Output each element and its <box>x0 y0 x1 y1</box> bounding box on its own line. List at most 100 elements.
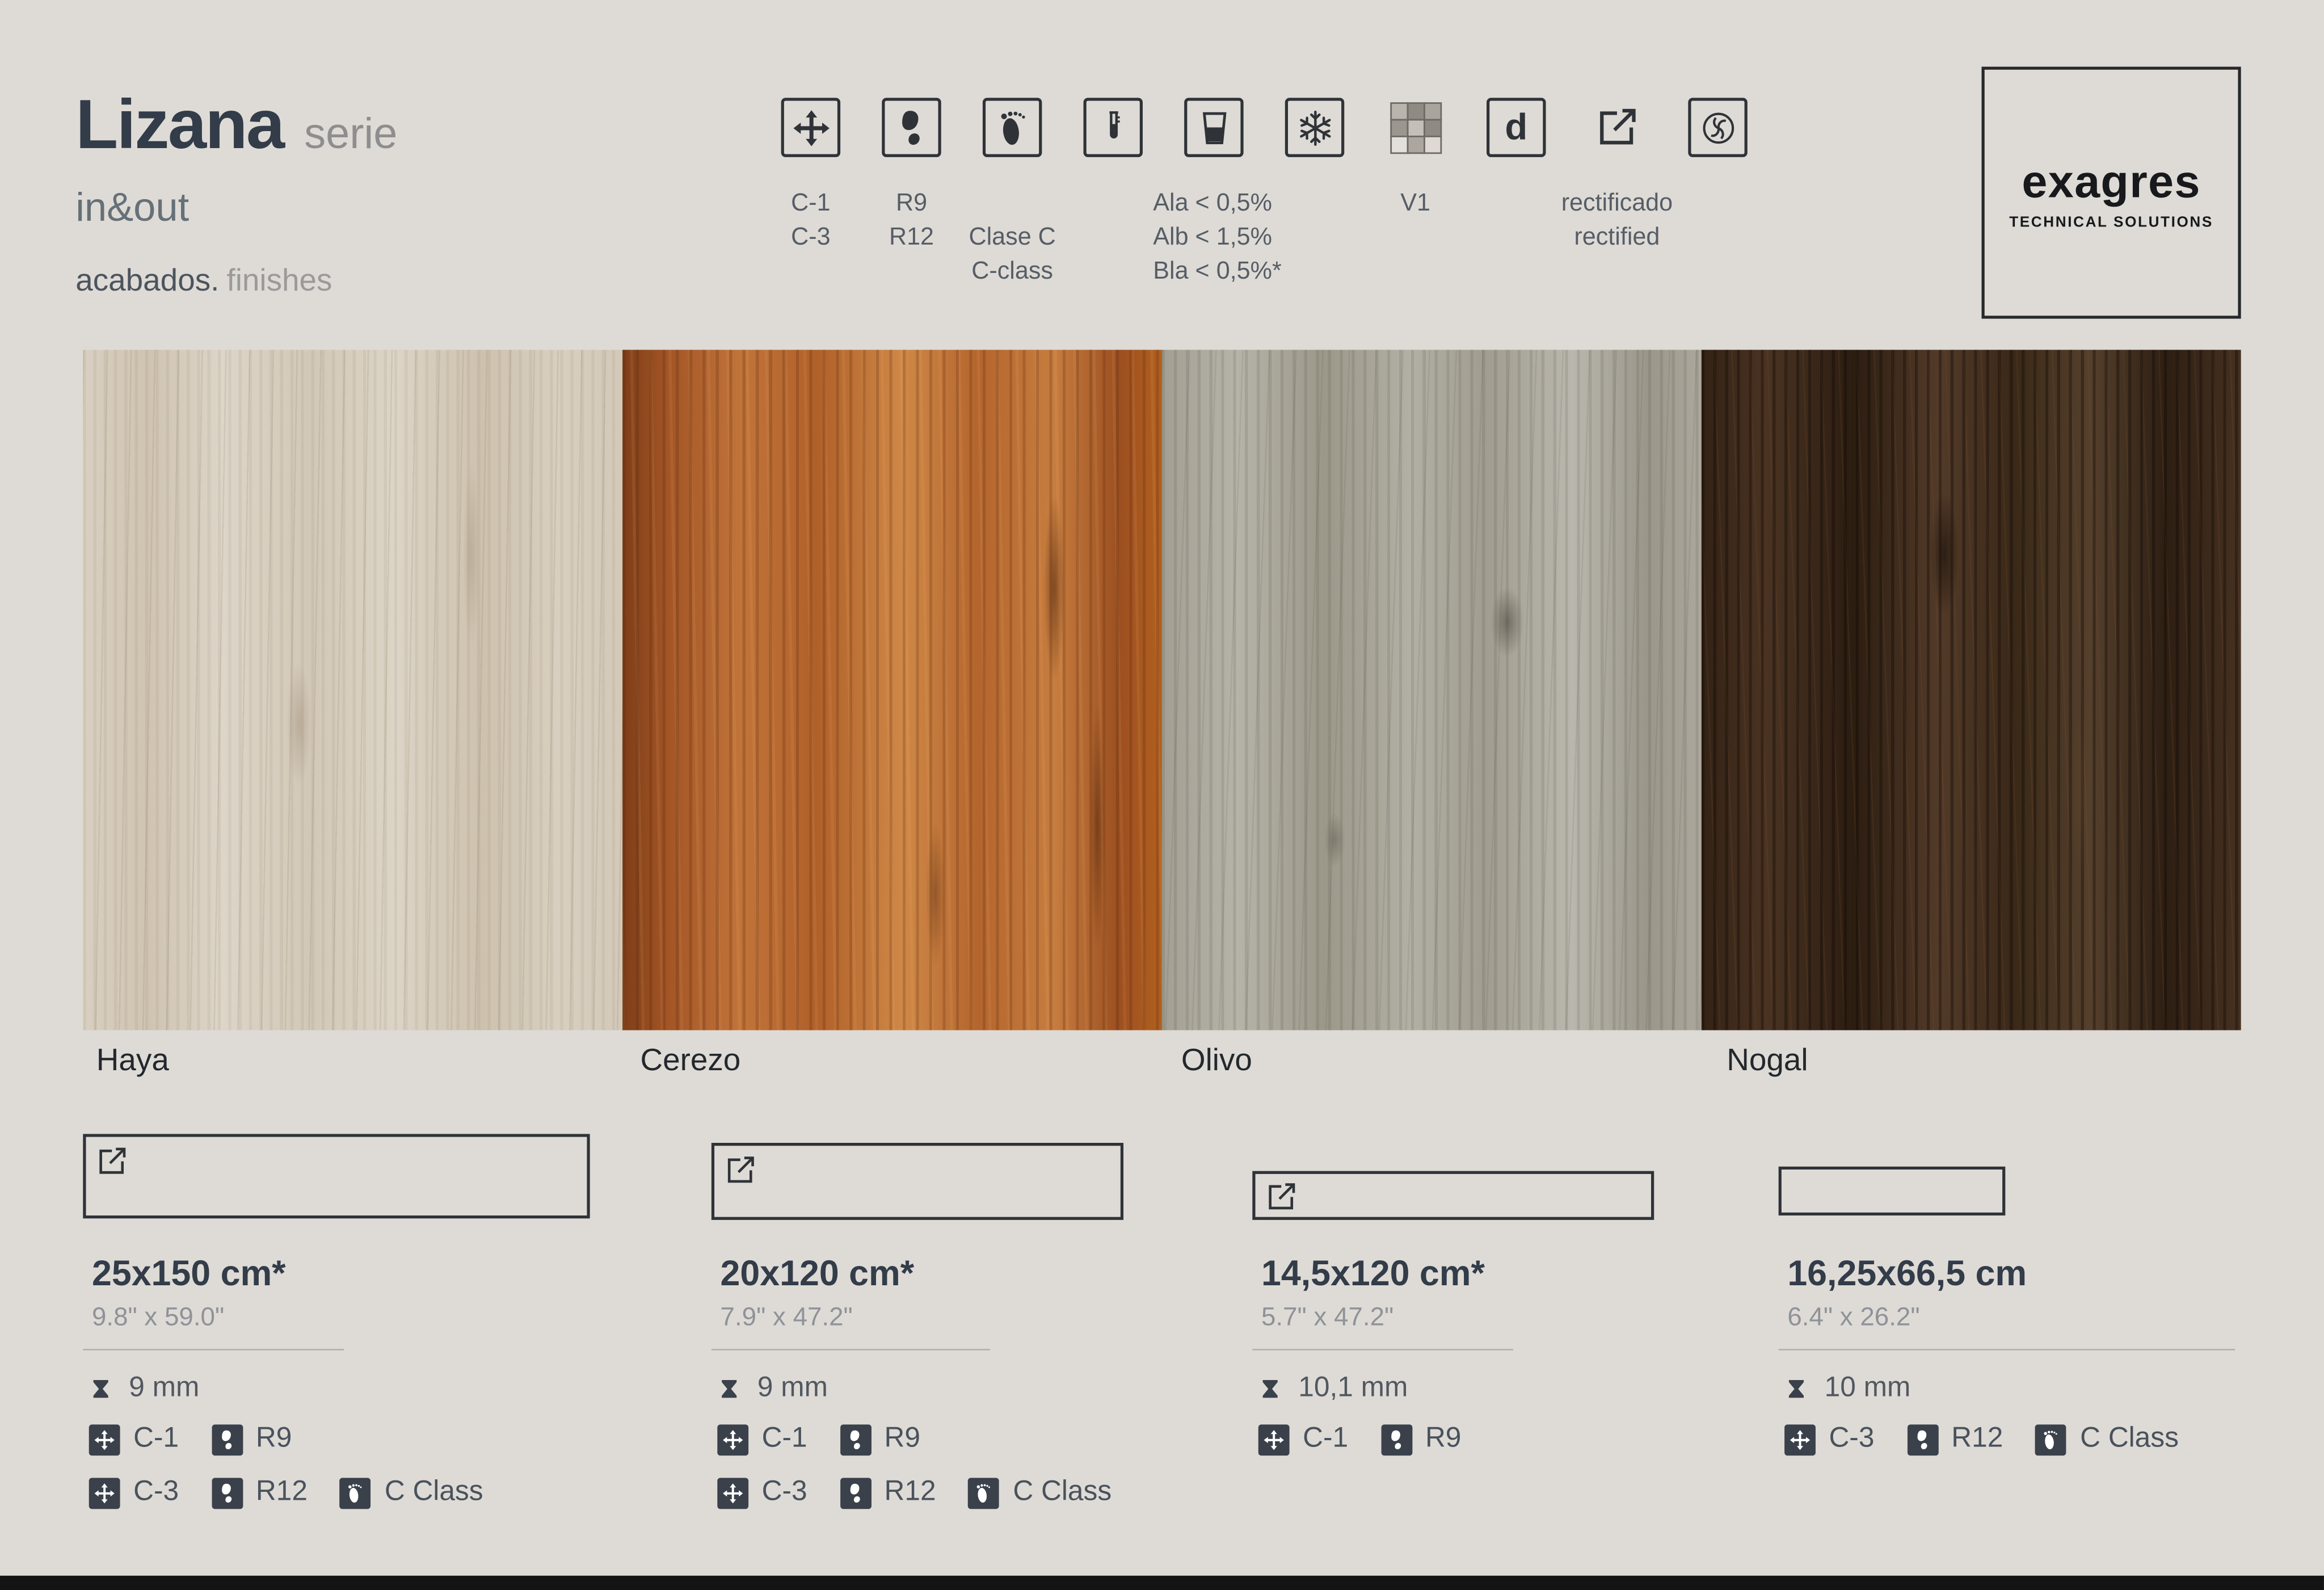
glass-icon <box>1184 98 1243 157</box>
barefoot-icon <box>2036 1424 2067 1455</box>
shade-variation-icon <box>1386 98 1445 157</box>
spec-value: C Class <box>385 1477 483 1509</box>
thickness-value: 10 mm <box>1825 1373 1911 1405</box>
spec-value: C-3 <box>1829 1423 1874 1456</box>
move-arrows-icon <box>717 1477 748 1508</box>
spec-value: C Class <box>1013 1477 1112 1509</box>
size-cm: 16,25x66,5 cm <box>1787 1254 2027 1295</box>
divider <box>83 1349 344 1351</box>
spec-value: C-3 <box>133 1477 179 1509</box>
snowflake-icon <box>1285 98 1344 157</box>
finish-swatches <box>83 350 2241 1030</box>
move-arrows-icon <box>1784 1424 1816 1455</box>
size-inches: 9.8" x 59.0" <box>92 1302 224 1333</box>
barefoot-labels: Clase C C-class <box>969 221 1055 289</box>
spec-value: C-1 <box>762 1423 807 1456</box>
size-inches: 7.9" x 47.2" <box>721 1302 853 1333</box>
spec-value: R9 <box>256 1423 292 1456</box>
thickness-icon <box>1258 1376 1282 1402</box>
swatch-olivo <box>1162 350 1702 1030</box>
brand-logo-box: exagres TECHNICAL SOLUTIONS <box>1982 67 2241 319</box>
size-inches: 6.4" x 26.2" <box>1787 1302 1919 1333</box>
product-name: Nogal <box>1727 1044 1808 1079</box>
format-proportion-bar <box>1252 1171 1654 1220</box>
move-arrows-icon <box>717 1424 748 1455</box>
technical-icons-row: d C-1 C-3 R9 R12 Clase C C-class Ala < 0… <box>781 98 1759 291</box>
bottom-bar <box>0 1576 2324 1590</box>
divider <box>711 1349 990 1351</box>
spec-value: R12 <box>256 1477 308 1509</box>
spec-row: C-1 R9 <box>717 1423 940 1456</box>
rectified-icon <box>1263 1179 1300 1223</box>
thickness-icon <box>717 1376 741 1402</box>
thickness-icon <box>89 1376 113 1402</box>
series-suffix: serie <box>304 111 397 160</box>
swirl-icon <box>1688 98 1747 157</box>
move-arrows-icon <box>781 98 840 157</box>
usage-subtitle: in&out <box>75 186 397 232</box>
spec-value: C Class <box>2080 1423 2179 1456</box>
title-block: Lizana serie in&out acabados.finishes <box>75 83 397 299</box>
move-arrows-icon <box>1258 1424 1290 1455</box>
swatch-haya <box>83 350 622 1030</box>
thickness-row: 10,1 mm <box>1258 1373 1408 1405</box>
rectified-labels: rectificado rectified <box>1561 187 1673 255</box>
spec-row: C-3 R12 C Class <box>89 1477 503 1509</box>
swatch-nogal <box>1702 350 2241 1030</box>
thickness-row: 9 mm <box>89 1373 200 1405</box>
size-cm: 14,5x120 cm* <box>1261 1254 1485 1295</box>
product-name: Haya <box>96 1044 169 1079</box>
catalog-viewport: Lizana serie in&out acabados.finishes d … <box>0 0 2324 1590</box>
thickness-icon <box>1784 1376 1808 1402</box>
product-column-nogal: Nogal 16,25x66,5 cm 6.4" x 26.2" 10 mm C… <box>1779 1038 2324 1534</box>
spec-row: C-1 R9 <box>1258 1423 1481 1456</box>
size-cm: 25x150 cm* <box>92 1254 286 1295</box>
divider <box>1252 1349 1513 1351</box>
swatch-cerezo <box>622 350 1162 1030</box>
thickness-value: 10,1 mm <box>1298 1373 1408 1405</box>
shoe-print-icon <box>212 1477 243 1508</box>
shoe-print-icon <box>840 1477 871 1508</box>
format-proportion-bar <box>1779 1167 2006 1215</box>
divider <box>1779 1349 2235 1351</box>
catalog-page: Lizana serie in&out acabados.finishes d … <box>0 0 2324 1590</box>
spec-value: R12 <box>885 1477 936 1509</box>
barefoot-icon <box>340 1477 371 1508</box>
product-column-olivo: Olivo 14,5x120 cm* 5.7" x 47.2" 10,1 mm … <box>1252 1038 1801 1534</box>
barefoot-icon <box>983 98 1042 157</box>
brand-name: exagres <box>2022 155 2200 208</box>
thickness-value: 9 mm <box>757 1373 828 1405</box>
shoe-print-icon <box>1381 1424 1412 1455</box>
thickness-row: 9 mm <box>717 1373 828 1405</box>
spec-row: C-1 R9 <box>89 1423 311 1456</box>
product-column-haya: Haya 25x150 cm* 9.8" x 59.0" 9 mm C-1 R9… <box>83 1038 631 1534</box>
size-cm: 20x120 cm* <box>721 1254 915 1295</box>
spec-value: R12 <box>1951 1423 2003 1456</box>
rectified-icon <box>722 1152 759 1196</box>
size-inches: 5.7" x 47.2" <box>1261 1302 1393 1333</box>
spec-value: C-1 <box>133 1423 179 1456</box>
format-proportion-bar <box>83 1134 590 1218</box>
series-title: Lizana <box>75 83 283 165</box>
spec-value: C-1 <box>1303 1423 1348 1456</box>
shade-label: V1 <box>1400 187 1430 221</box>
thickness-value: 9 mm <box>129 1373 199 1405</box>
spec-row: C-3 R12 C Class <box>717 1477 1131 1509</box>
finishes-label: acabados.finishes <box>75 264 397 300</box>
slip-labels: R9 R12 <box>889 187 934 255</box>
move-arrows-icon <box>89 1424 120 1455</box>
spec-row: C-3 R12 C Class <box>1784 1423 2198 1456</box>
spec-value: C-3 <box>762 1477 807 1509</box>
thickness-row: 10 mm <box>1784 1373 1910 1405</box>
rectified-icon <box>1588 98 1647 157</box>
shoe-print-icon <box>212 1424 243 1455</box>
abrasion-labels: C-1 C-3 <box>791 187 830 255</box>
shoe-print-icon <box>840 1424 871 1455</box>
product-name: Olivo <box>1181 1044 1252 1079</box>
d-icon: d <box>1487 98 1546 157</box>
test-tube-icon <box>1084 98 1143 157</box>
spec-value: R9 <box>885 1423 920 1456</box>
format-proportion-bar <box>711 1143 1123 1220</box>
spec-value: R9 <box>1425 1423 1461 1456</box>
move-arrows-icon <box>89 1477 120 1508</box>
